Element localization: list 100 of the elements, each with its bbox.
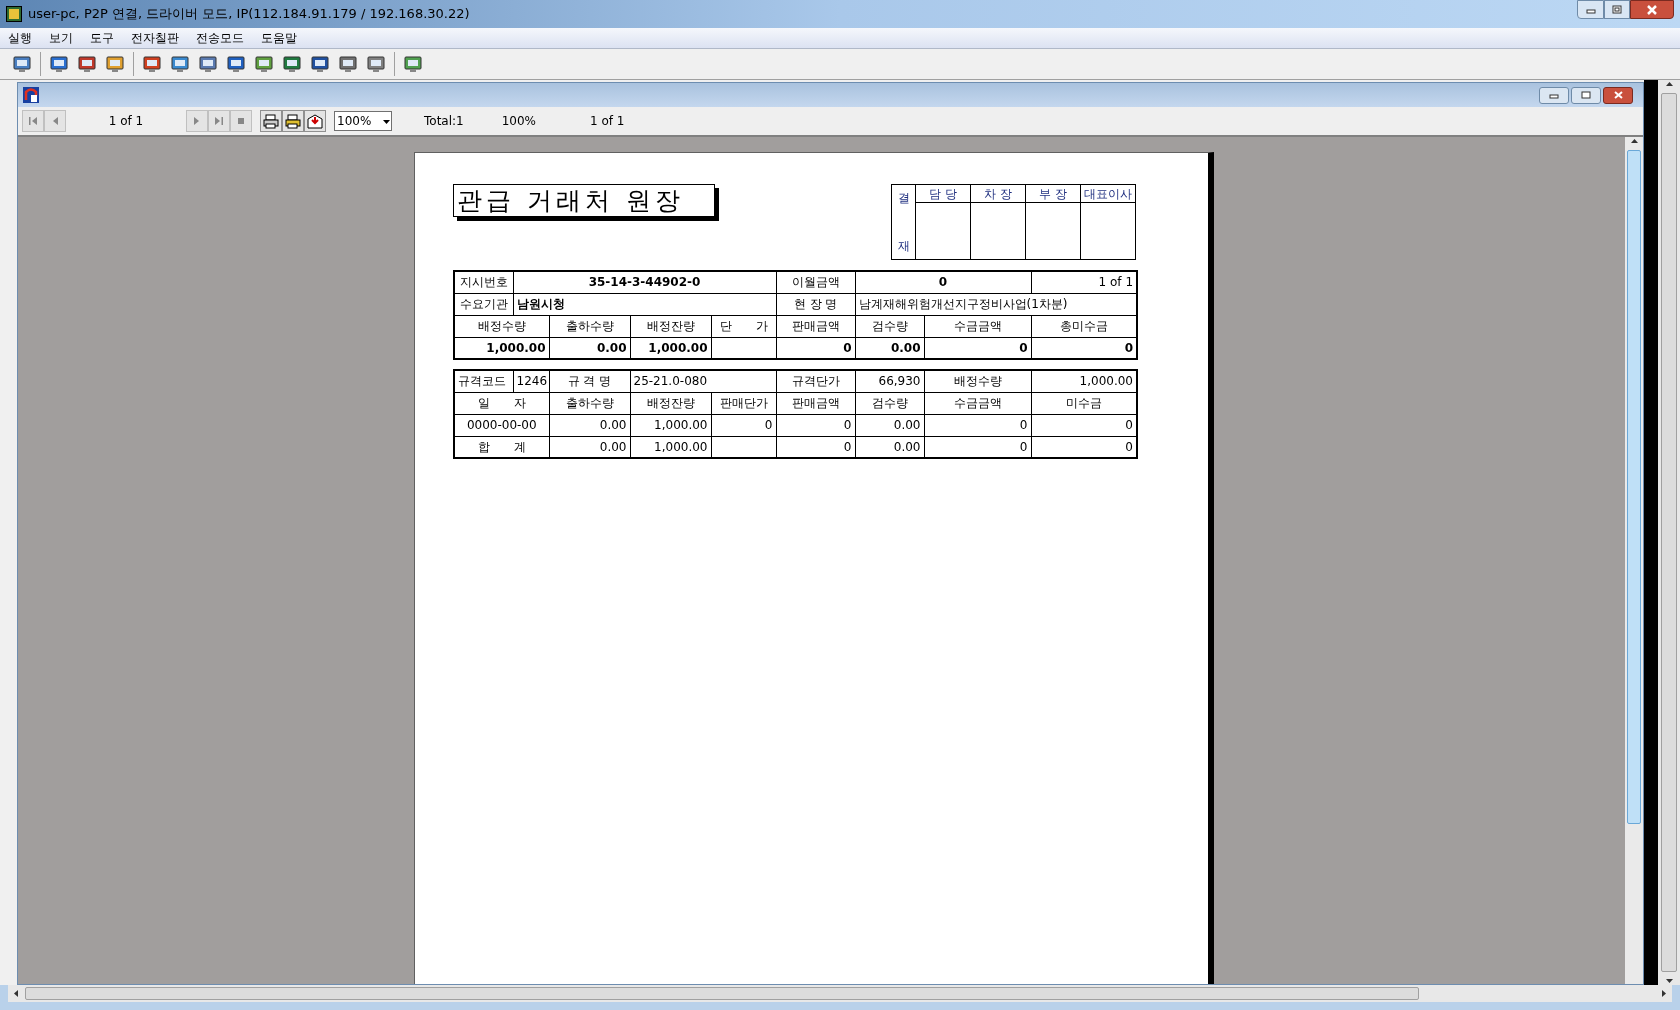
table-cell: 출하수량 — [565, 319, 614, 333]
table-cell: 1,000.00 — [648, 340, 708, 355]
last-page-button[interactable] — [208, 110, 230, 132]
table-cell: 배정잔량 — [646, 319, 695, 333]
table-cell: 판매금액 — [791, 396, 840, 410]
menu-item[interactable]: 보기 — [49, 29, 73, 47]
previous-page-button[interactable] — [44, 110, 66, 132]
menu-item[interactable]: 실행 — [8, 29, 32, 47]
column-header: 부 장 — [1039, 186, 1067, 201]
column-header: 대표이사 — [1084, 186, 1132, 201]
first-page-icon — [28, 116, 38, 126]
left-arrow-icon — [12, 989, 21, 998]
table-cell: 배정잔량 — [646, 396, 695, 410]
table-cell: 수금금액 — [953, 396, 1002, 410]
approval-label: 재 — [897, 238, 910, 255]
table-cell: 0 — [938, 275, 948, 290]
table-cell: 35-14-3-44902-0 — [588, 275, 701, 290]
close-icon — [1646, 4, 1658, 15]
table-cell: 일 자 — [477, 396, 526, 410]
table-cell: 현 장 명 — [793, 297, 838, 311]
table-cell: 남계재해위험개선지구정비사업(1차분) — [858, 297, 1068, 311]
close-button[interactable] — [1603, 86, 1633, 104]
table-cell: 검수량 — [871, 396, 908, 410]
minimize-icon — [1549, 91, 1559, 99]
table-cell: 1,000.00 — [486, 340, 546, 355]
column-header: 담 당 — [929, 186, 957, 201]
first-page-button[interactable] — [22, 110, 44, 132]
zoom-reading: 100% — [501, 113, 536, 130]
next-page-button[interactable] — [186, 110, 208, 132]
print-button[interactable] — [260, 110, 282, 132]
printer-icon — [263, 113, 279, 129]
table-cell: 1246 — [516, 374, 548, 389]
table-cell: 남원시청 — [516, 297, 565, 311]
minimize-button[interactable] — [1539, 86, 1569, 104]
table-cell: 0 — [1125, 439, 1133, 454]
vertical-scrollbar[interactable] — [1625, 137, 1643, 984]
table-cell: 0 — [1124, 340, 1134, 355]
menu-item[interactable]: 전송모드 — [196, 29, 244, 47]
zoom-dropdown[interactable]: 100% — [334, 111, 392, 131]
table-cell: 0.00 — [596, 340, 627, 355]
last-page-icon — [214, 116, 224, 126]
menu-item[interactable]: 도움말 — [261, 29, 297, 47]
print-setup-button[interactable] — [282, 110, 304, 132]
down-arrow-icon — [1664, 976, 1674, 985]
table-cell: 66,930 — [878, 374, 921, 389]
window-title: user-pc, P2P 연결, 드라이버 모드, IP(112.184.91.179 / 192.168.30.22) — [28, 5, 470, 24]
table-cell: 0.00 — [890, 340, 921, 355]
approval-label: 결 — [897, 190, 910, 207]
table-cell: 규격코드 — [458, 374, 506, 389]
table-cell: 0 — [1019, 439, 1028, 454]
stop-button[interactable] — [230, 110, 252, 132]
maximize-button[interactable] — [1604, 0, 1630, 19]
menu-item[interactable]: 전자칠판 — [131, 29, 179, 47]
table-cell: 규 격 명 — [567, 374, 612, 389]
table-cell: 0 — [843, 340, 852, 355]
maximize-icon — [1612, 5, 1622, 14]
table-cell: 수요기관 — [459, 297, 508, 311]
table-cell: 0.00 — [599, 439, 627, 454]
close-button[interactable] — [1630, 0, 1674, 19]
horizontal-scrollbar[interactable] — [8, 985, 1672, 1002]
close-icon — [1612, 91, 1624, 99]
table-cell: 0.00 — [599, 418, 627, 432]
up-arrow-icon — [1629, 137, 1639, 146]
table-cell: 단 가 — [719, 319, 768, 333]
total-count: Total:1 — [424, 113, 464, 130]
table-cell: 0 — [1019, 418, 1028, 432]
table-cell: 25-21.0-080 — [633, 374, 708, 389]
table-cell: 1,000.00 — [654, 418, 708, 432]
table-cell: 수금금액 — [953, 319, 1002, 333]
page-indicator: 1 of 1 — [107, 113, 145, 130]
minimize-button[interactable] — [1577, 0, 1604, 19]
table-cell: 1,000.00 — [654, 439, 708, 454]
table-cell: 0.00 — [893, 418, 921, 432]
table-cell: 0 — [843, 439, 852, 454]
table-cell: 미수금 — [1065, 396, 1102, 410]
table-cell: 0 — [843, 418, 852, 432]
report-icon — [22, 86, 40, 104]
export-button[interactable] — [304, 110, 326, 132]
table-cell: 1 of 1 — [1098, 275, 1134, 290]
vertical-scrollbar[interactable] — [1658, 80, 1680, 985]
maximize-icon — [1581, 91, 1591, 99]
stop-icon — [236, 116, 246, 126]
table-cell: 판매금액 — [791, 319, 840, 333]
monitor-icon[interactable] — [49, 54, 69, 74]
table-cell: 지시번호 — [459, 275, 508, 290]
table-cell: 출하수량 — [565, 396, 614, 410]
menu-item[interactable]: 도구 — [90, 29, 114, 47]
table-cell: 규격단가 — [791, 374, 840, 389]
up-arrow-icon — [1664, 80, 1674, 89]
table-cell: 판매단가 — [719, 396, 768, 410]
table-cell: 0 — [764, 418, 773, 432]
envelope-icon — [307, 113, 323, 129]
page-reading: 1 of 1 — [590, 113, 625, 130]
table-cell: 배정수량 — [953, 374, 1002, 389]
printer-icon — [285, 113, 301, 129]
table-cell: 총미수금 — [1059, 319, 1108, 333]
table-cell: 0 — [1125, 418, 1133, 432]
table-cell: 합 계 — [477, 439, 526, 454]
right-arrow-icon — [1659, 989, 1668, 998]
table-cell: 검수량 — [871, 319, 908, 333]
